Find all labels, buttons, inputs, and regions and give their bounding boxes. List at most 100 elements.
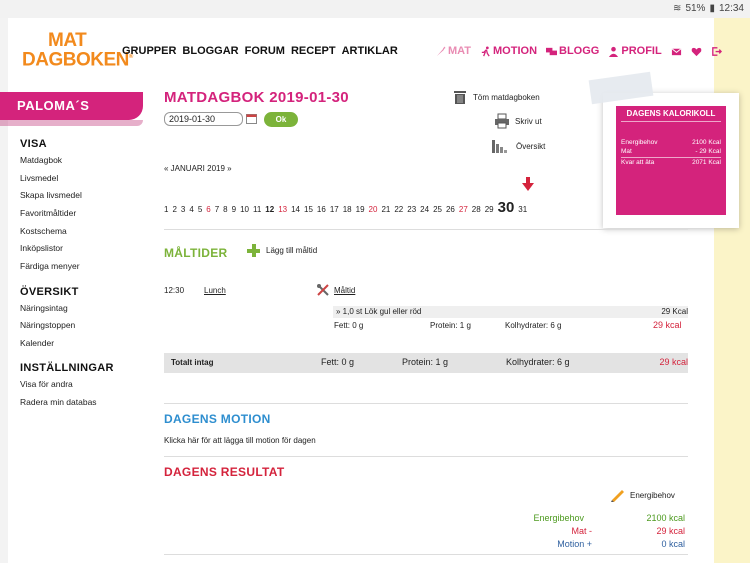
day-list: 1 2 3 4 5 6 7 8 9 10 11 12 13 14 15 16 17 18 19 20 21 22 23 24 2…	[164, 199, 527, 216]
trash-icon	[454, 91, 466, 104]
sidebar-item-fardiga-menyer[interactable]: Färdiga menyer	[20, 261, 80, 271]
nav-blogg[interactable]: BLOGG	[546, 45, 599, 57]
kcal-divider	[621, 157, 721, 158]
food-protein: Protein: 1 g	[430, 321, 471, 330]
total-label: Totalt intag	[171, 358, 214, 367]
calendar-day[interactable]: 3	[181, 205, 185, 214]
calendar-day[interactable]: 18	[343, 205, 352, 214]
cutlery-icon	[317, 284, 329, 296]
sidebar-item-kalender[interactable]: Kalender	[20, 338, 54, 348]
user-nav: MAT MOTION BLOGG PROFIL	[435, 45, 722, 57]
kcal-row-energibehov: Energibehov 2100 Kcal	[621, 139, 721, 146]
logo-line2: DAGBOKEN®	[22, 49, 133, 71]
sidebar-item-matdagbok[interactable]: Matdagbok	[20, 155, 62, 165]
food-name: » 1,0 st Lök gul eller röd	[336, 307, 422, 316]
kcal-row-kvar: Kvar att äta 2071 Kcal	[621, 159, 721, 166]
calendar-day[interactable]: 2	[172, 205, 176, 214]
calendar-day[interactable]: 29	[485, 205, 494, 214]
nav-profil[interactable]: PROFIL	[608, 45, 662, 57]
food-row[interactable]: » 1,0 st Lök gul eller röd 29 Kcal	[333, 306, 688, 318]
carrot-icon	[436, 46, 446, 56]
sidebar-item-visa-for-andra[interactable]: Visa för andra	[20, 379, 73, 389]
nav-mat[interactable]: MAT	[435, 45, 471, 57]
calendar-day[interactable]: 11	[253, 205, 261, 214]
meal-link[interactable]: Måltid	[334, 286, 355, 295]
sidebar-item-naringsintag[interactable]: Näringsintag	[20, 303, 68, 313]
sidebar-item-skapa-livsmedel[interactable]: Skapa livsmedel	[20, 190, 82, 200]
calendar-day[interactable]: 27	[459, 205, 468, 214]
nav-grupper[interactable]: GRUPPER	[122, 45, 176, 57]
calendar-day[interactable]: 17	[330, 205, 339, 214]
calendar-day[interactable]: 4	[189, 205, 193, 214]
calendar-day[interactable]: 14	[291, 205, 300, 214]
sidebar-item-radera-databas[interactable]: Radera min databas	[20, 397, 97, 407]
user-tab-shadow	[0, 120, 143, 126]
calendar-day[interactable]: 10	[240, 205, 249, 214]
add-motion-link[interactable]: Klicka här för att lägga till motion för…	[164, 436, 316, 445]
calendar-day[interactable]: 9	[232, 205, 236, 214]
food-kcal-total: 29 kcal	[653, 320, 682, 330]
calendar-icon[interactable]	[246, 113, 257, 124]
sidebar-item-inkopslistor[interactable]: Inköpslistor	[20, 243, 63, 253]
clear-diary-button[interactable]: Töm matdagboken	[452, 89, 540, 105]
calendar-day[interactable]: 24	[420, 205, 429, 214]
nav-recept[interactable]: RECEPT	[291, 45, 336, 57]
sidebar-item-favoritmaltider[interactable]: Favoritmåltider	[20, 208, 76, 218]
calendar-day[interactable]: 23	[407, 205, 416, 214]
calendar-day[interactable]: 15	[304, 205, 313, 214]
food-kcal: 29 Kcal	[661, 307, 688, 316]
nav-forum[interactable]: FORUM	[245, 45, 285, 57]
calendar-day[interactable]: 25	[433, 205, 442, 214]
print-button[interactable]: Skriv ut	[494, 113, 542, 129]
result-title: DAGENS RESULTAT	[164, 465, 285, 479]
nav-artiklar[interactable]: ARTIKLAR	[342, 45, 398, 57]
sidebar-item-naringstoppen[interactable]: Näringstoppen	[20, 320, 75, 330]
calendar-day[interactable]: 21	[381, 205, 390, 214]
notifications-button[interactable]	[691, 46, 702, 57]
kcal-card: DAGENS KALORIKOLL Energibehov 2100 Kcal M…	[616, 106, 726, 215]
total-protein: Protein: 1 g	[402, 357, 449, 367]
total-row: Totalt intag Fett: 0 g Protein: 1 g Kolh…	[164, 353, 688, 373]
clock: 12:34	[718, 3, 744, 14]
calendar-day[interactable]: 19	[356, 205, 365, 214]
calendar-day[interactable]: 8	[223, 205, 227, 214]
meal-name-link[interactable]: Lunch	[204, 286, 226, 295]
battery-icon: ▮	[709, 3, 715, 14]
logo[interactable]: MAT DAGBOKEN®	[22, 31, 133, 71]
sidebar-heading-oversikt: ÖVERSIKT	[20, 286, 79, 298]
calendar-day[interactable]: 30	[498, 199, 515, 216]
edit-energy-button[interactable]: Energibehov	[610, 488, 675, 502]
calendar-day[interactable]: 7	[215, 205, 219, 214]
meal-time: 12:30	[164, 286, 185, 295]
calendar-day[interactable]: 26	[446, 205, 455, 214]
nav-motion[interactable]: MOTION	[480, 45, 537, 57]
calendar-day[interactable]: 16	[317, 205, 326, 214]
ok-button[interactable]: Ok	[264, 112, 298, 127]
calendar-day[interactable]: 12	[265, 205, 274, 214]
calendar-day[interactable]: 28	[472, 205, 481, 214]
calendar-day[interactable]: 20	[369, 205, 378, 214]
calendar-day[interactable]: 5	[198, 205, 202, 214]
sidebar-item-kostschema[interactable]: Kostschema	[20, 226, 67, 236]
divider	[164, 554, 688, 555]
date-input[interactable]	[164, 112, 243, 126]
calendar-day[interactable]: 1	[164, 205, 168, 214]
user-tab[interactable]: PALOMA´S	[0, 92, 143, 120]
total-carbs: Kolhydrater: 6 g	[506, 357, 570, 367]
printer-icon	[495, 113, 509, 129]
calendar-day[interactable]: 13	[278, 205, 287, 214]
mail-button[interactable]	[671, 46, 682, 57]
meals-title: MÅLTIDER	[164, 246, 228, 260]
nav-bloggar[interactable]: BLOGGAR	[182, 45, 238, 57]
add-meal-button[interactable]: Lägg till måltid	[247, 244, 317, 257]
overview-button[interactable]: Översikt	[491, 138, 545, 154]
logout-button[interactable]	[711, 46, 722, 57]
month-nav[interactable]: « JANUARI 2019 »	[164, 164, 232, 173]
result-label-motion: Motion +	[557, 539, 592, 549]
result-value-mat: 29 kcal	[656, 526, 685, 536]
calendar-day[interactable]: 22	[394, 205, 403, 214]
calendar-day[interactable]: 31	[518, 205, 527, 214]
main-nav: GRUPPER BLOGGAR FORUM RECEPT ARTIKLAR	[122, 45, 398, 57]
calendar-day[interactable]: 6	[206, 205, 210, 214]
sidebar-item-livsmedel[interactable]: Livsmedel	[20, 173, 58, 183]
